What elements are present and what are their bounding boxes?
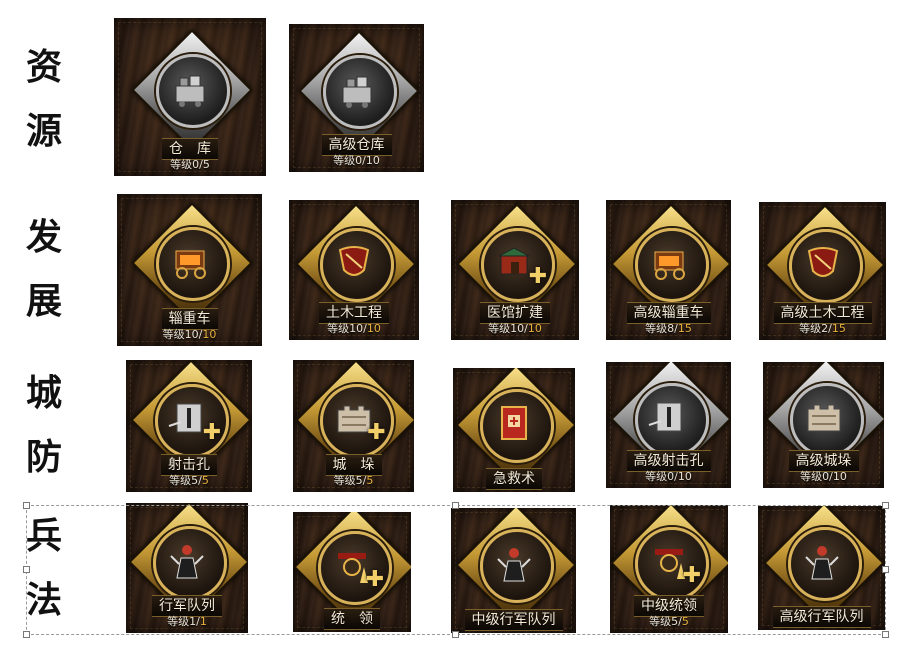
category-resource-title: 资 源: [25, 47, 62, 152]
level-current: 等级10/: [327, 322, 367, 335]
selection-handle[interactable]: [882, 566, 889, 573]
skill-tile[interactable]: ✚ 医馆扩建 等级10/10: [451, 200, 579, 340]
level-max: 10: [832, 470, 847, 483]
tile-name: 城 垛: [325, 454, 382, 476]
level-current: 等级0/: [800, 470, 833, 483]
skill-tile[interactable]: ✚ 城 垛等级5/5: [293, 360, 414, 492]
upgrade-plus-icon: ✚: [528, 263, 548, 289]
level-max: 10: [202, 328, 217, 341]
tile-name: 高级辎重车: [626, 302, 711, 324]
tile-level: 等级10/10: [488, 322, 542, 335]
skill-tile[interactable]: ✚ 射击孔 等级5/5: [126, 360, 252, 492]
first-aid-book-icon: [492, 401, 536, 445]
skill-tile[interactable]: 高级城垛 等级0/10: [763, 362, 884, 488]
wagon-icon: [168, 239, 212, 283]
warehouse-icon: [335, 67, 379, 111]
tile-name: 高级射击孔: [626, 450, 711, 472]
level-current: 等级0/: [645, 470, 678, 483]
skill-tile[interactable]: 急救术: [453, 368, 575, 492]
category-defense-title: 城 防: [25, 373, 62, 478]
level-max: 10: [365, 154, 380, 167]
skill-tile[interactable]: 辎重车 等级10/10: [117, 194, 262, 346]
tile-name: 急救术: [486, 468, 542, 490]
tile-level: 等级0/5: [170, 158, 210, 171]
tile-level: 等级8/15: [645, 322, 692, 335]
level-current: 等级0/: [170, 158, 203, 171]
shield-icon: [332, 240, 376, 284]
selection-handle[interactable]: [882, 631, 889, 638]
skill-tile[interactable]: 仓 库等级0/5: [114, 18, 266, 176]
selection-handle[interactable]: [882, 502, 889, 509]
level-max: 10: [677, 470, 692, 483]
level-max: 5: [202, 158, 210, 171]
tile-level: 等级2/15: [799, 322, 846, 335]
upgrade-plus-icon: ✚: [202, 420, 222, 446]
level-max: 5: [201, 474, 209, 487]
warehouse-icon: [168, 66, 212, 110]
category-develop-title: 发 展: [25, 217, 62, 322]
tile-name: 高级城垛: [788, 450, 859, 472]
level-max: 10: [366, 322, 381, 335]
tile-name: 高级土木工程: [773, 302, 872, 324]
shield-icon: [801, 241, 845, 285]
selection-handle[interactable]: [23, 502, 30, 509]
tile-name: 高级仓库: [321, 134, 392, 156]
selection-handle[interactable]: [452, 502, 459, 509]
arrow-slit-icon: [647, 395, 691, 439]
level-current: 等级0/: [333, 154, 366, 167]
skill-tile[interactable]: 高级辎重车 等级8/15: [606, 200, 731, 340]
selection-box: [23, 502, 889, 638]
wagon-icon: [647, 240, 691, 284]
selection-handle[interactable]: [452, 631, 459, 638]
tile-name: 医馆扩建: [480, 302, 550, 324]
level-max: 10: [527, 322, 542, 335]
skill-tile[interactable]: 土木工程 等级10/10: [289, 200, 419, 340]
tile-name: 仓 库: [162, 138, 218, 160]
level-current: 等级10/: [162, 328, 203, 341]
tile-level: 等级0/10: [800, 470, 847, 483]
level-current: 等级5/: [333, 474, 367, 487]
battlement-icon: [802, 395, 846, 439]
level-max: 15: [831, 322, 846, 335]
tile-level: 等级0/10: [333, 154, 380, 167]
skill-tile[interactable]: 高级仓库 等级0/10: [289, 24, 424, 172]
skill-tile[interactable]: 高级土木工程 等级2/15: [759, 202, 886, 340]
level-current: 等级5/: [169, 474, 202, 487]
selection-handle[interactable]: [23, 566, 30, 573]
tile-level: 等级0/10: [645, 470, 692, 483]
level-current: 等级8/: [645, 322, 678, 335]
tile-name: 射击孔: [161, 454, 217, 476]
tile-name: 辎重车: [161, 308, 218, 330]
tile-name: 土木工程: [319, 302, 389, 324]
tile-level: 等级5/5: [169, 474, 209, 487]
selection-handle[interactable]: [23, 631, 30, 638]
level-max: 5: [366, 474, 374, 487]
tile-level: 等级10/10: [163, 328, 217, 341]
skill-tile[interactable]: 高级射击孔 等级0/10: [606, 362, 731, 488]
upgrade-plus-icon: ✚: [367, 420, 386, 446]
level-current: 等级2/: [799, 322, 832, 335]
level-max: 15: [677, 322, 692, 335]
level-current: 等级10/: [488, 322, 528, 335]
tile-level: 等级5/5: [334, 474, 374, 487]
tile-level: 等级10/10: [327, 322, 381, 335]
